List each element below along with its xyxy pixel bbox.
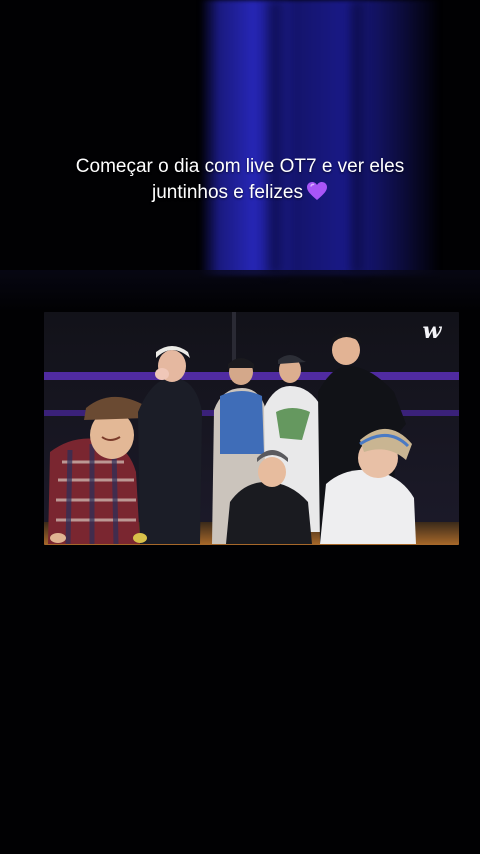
purple-heart-icon [306, 181, 328, 201]
story-caption: Começar o dia com live OT7 e ver eles ju… [20, 154, 460, 206]
caption-line-1: Começar o dia com live OT7 e ver eles [75, 156, 405, 177]
curtain-fold [268, 0, 282, 275]
curtain-fold [350, 0, 364, 275]
background-floor [0, 270, 480, 310]
video-scene [44, 312, 459, 545]
story-screen: Começar o dia com live OT7 e ver eles ju… [0, 0, 480, 854]
weverse-logo-icon: w [422, 318, 442, 344]
background-stage-curtain [200, 0, 440, 275]
live-video-frame[interactable]: w [44, 312, 459, 545]
caption-line-2: juntinhos e felizes [151, 182, 304, 203]
